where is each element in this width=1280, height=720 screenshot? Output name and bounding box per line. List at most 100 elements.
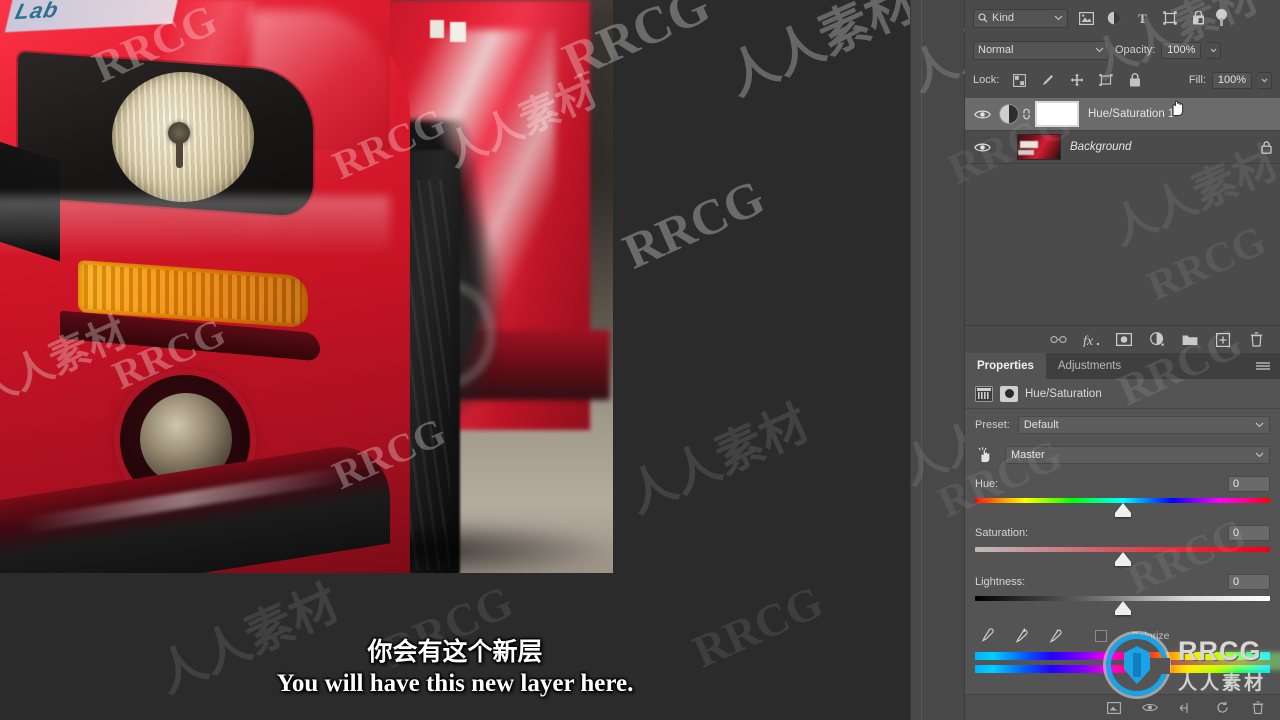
add-layer-mask-icon[interactable]: [1114, 330, 1134, 350]
hue-slider-head: Hue: 0: [975, 475, 1270, 492]
right-panel-dock: Kind T Normal Opacity: 100% Lock: Fill: …: [931, 0, 1280, 720]
rrcg-logo: RRCG 人人素材: [1100, 632, 1280, 698]
properties-header: Hue/Saturation: [965, 379, 1280, 409]
layer-visibility-toggle[interactable]: [965, 109, 999, 120]
watermark-brand: RRCG: [685, 575, 830, 678]
bumper-highlight: [0, 196, 390, 256]
channel-row: Master: [965, 441, 1280, 469]
lightness-label: Lightness:: [975, 575, 1026, 588]
adjustment-layer-filter-icon[interactable]: [1104, 8, 1124, 28]
new-group-icon[interactable]: [1180, 330, 1200, 350]
layer-mask-thumbnail[interactable]: [1035, 101, 1079, 127]
opacity-stepper[interactable]: [1207, 41, 1222, 59]
chevron-down-icon: [1261, 78, 1268, 82]
watermark-brand: RRCG: [375, 575, 520, 678]
eye-icon: [973, 110, 991, 118]
layer-name[interactable]: Background: [1070, 141, 1252, 153]
properties-panel: Properties Adjustments Hue/Saturation Pr…: [931, 318, 1280, 720]
lightness-slider-head: Lightness: 0: [975, 573, 1270, 590]
adjustment-mask-icon: [1000, 385, 1018, 402]
channel-select[interactable]: Master: [1005, 446, 1270, 464]
blend-mode-select[interactable]: Normal: [973, 40, 1109, 60]
table-row[interactable]: Background: [965, 131, 1280, 164]
link-layers-icon[interactable]: [1048, 330, 1068, 350]
preset-select[interactable]: Default: [1017, 416, 1270, 434]
layer-filter-kind-select[interactable]: Kind: [973, 8, 1068, 28]
pixel-layer-filter-icon[interactable]: [1076, 8, 1096, 28]
tab-properties[interactable]: Properties: [965, 353, 1046, 379]
table-row[interactable]: Hue/Saturation 1: [965, 98, 1280, 131]
tab-adjustments[interactable]: Adjustments: [1046, 353, 1133, 379]
properties-title: Hue/Saturation: [1025, 387, 1102, 400]
hue-slider-knob[interactable]: [1114, 503, 1131, 517]
lightness-track-wrap[interactable]: [975, 594, 1270, 616]
lock-artboard-nesting-icon[interactable]: [1096, 70, 1116, 90]
watermark-cjk: 人人素材: [618, 394, 818, 525]
preset-value: Default: [1023, 419, 1059, 431]
lock-row: Lock: Fill: 100%: [965, 68, 1280, 92]
type-layer-filter-icon[interactable]: T: [1132, 8, 1152, 28]
watermark-cjk: 人人素材: [148, 574, 348, 705]
lock-position-icon[interactable]: [1067, 70, 1087, 90]
reset-adjustment-icon[interactable]: [1212, 698, 1232, 718]
subtitle-english: You will have this new layer here.: [276, 670, 634, 697]
eyedropper-sample-icon[interactable]: [979, 628, 995, 644]
filter-toggle-switch[interactable]: [1216, 9, 1227, 27]
lightness-slider-group: Lightness: 0: [965, 573, 1280, 616]
clip-to-layer-icon[interactable]: [1104, 698, 1124, 718]
hue-label: Hue:: [975, 477, 999, 490]
lock-transparent-pixels-icon[interactable]: [1009, 70, 1029, 90]
opacity-value[interactable]: 100%: [1161, 41, 1202, 59]
panel-menu-icon[interactable]: [1256, 353, 1280, 379]
layer-list: Hue/Saturation 1 Background: [965, 98, 1280, 324]
layer-filter-row: Kind T: [965, 5, 1280, 31]
new-layer-icon[interactable]: [1213, 330, 1233, 350]
door-sticker-1: [430, 20, 444, 38]
fill-value[interactable]: 100%: [1212, 71, 1252, 89]
saturation-label: Saturation:: [975, 526, 1029, 539]
lock-image-pixels-icon[interactable]: [1038, 70, 1058, 90]
saturation-slider-knob[interactable]: [1114, 552, 1131, 566]
delete-layer-icon[interactable]: [1246, 330, 1266, 350]
hue-track-wrap[interactable]: [975, 496, 1270, 518]
fill-label: Fill:: [1188, 74, 1206, 86]
eyedropper-add-to-sample-icon[interactable]: [1013, 628, 1029, 644]
delete-adjustment-icon[interactable]: [1248, 698, 1268, 718]
smart-object-filter-icon[interactable]: [1188, 8, 1208, 28]
saturation-slider-group: Saturation: 0: [965, 524, 1280, 567]
new-adjustment-layer-icon[interactable]: [1147, 330, 1167, 350]
door-sticker-2: [450, 22, 466, 42]
chevron-down-icon: [1255, 422, 1264, 428]
preview-previous-state-icon[interactable]: [1176, 698, 1196, 718]
toggle-visibility-icon[interactable]: [1140, 698, 1160, 718]
saturation-slider-head: Saturation: 0: [975, 524, 1270, 541]
hue-value[interactable]: 0: [1228, 475, 1270, 492]
chevron-down-icon: [1054, 15, 1063, 21]
saturation-track-wrap[interactable]: [975, 545, 1270, 567]
lightness-slider-knob[interactable]: [1114, 601, 1131, 615]
saturation-value[interactable]: 0: [1228, 524, 1270, 541]
blend-mode-value: Normal: [978, 44, 1014, 56]
lock-label: Lock:: [973, 74, 1000, 86]
hand-targeted-adjustment-icon[interactable]: [975, 445, 995, 465]
fill-stepper[interactable]: [1258, 71, 1272, 89]
lock-all-icon[interactable]: [1125, 70, 1145, 90]
dock-rail: [921, 0, 922, 720]
chevron-down-icon: [1210, 48, 1217, 52]
shape-layer-filter-icon[interactable]: [1160, 8, 1180, 28]
decal-text: Lab: [12, 0, 62, 25]
panel-dock-divider[interactable]: 人人素材 人人素材: [894, 0, 1091, 720]
lightness-value[interactable]: 0: [1228, 573, 1270, 590]
canvas-area[interactable]: Lab RRCG RRCG RRCG 人人素材 人人素材 RRCG RRCG 人…: [0, 0, 910, 720]
layer-filter-kind-label: Kind: [992, 12, 1015, 24]
mask-link-icon[interactable]: [1019, 106, 1033, 122]
opacity-label: Opacity:: [1115, 44, 1156, 56]
adjustment-layer-thumbnail[interactable]: [999, 104, 1019, 124]
preset-row: Preset: Default: [965, 413, 1280, 437]
layer-style-fx-icon[interactable]: fx: [1081, 330, 1101, 350]
layer-visibility-toggle[interactable]: [965, 142, 999, 153]
layer-thumbnail[interactable]: [1017, 134, 1061, 160]
document-image[interactable]: Lab RRCG RRCG RRCG 人人素材 人人素材 RRCG: [0, 0, 613, 573]
subtitle-overlay: 你会有这个新层 You will have this new layer her…: [0, 620, 910, 710]
eyedropper-subtract-from-sample-icon[interactable]: [1047, 628, 1063, 644]
